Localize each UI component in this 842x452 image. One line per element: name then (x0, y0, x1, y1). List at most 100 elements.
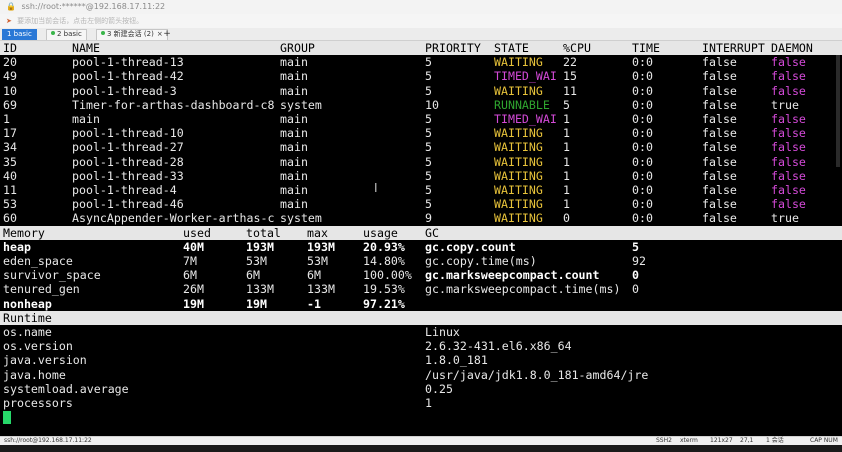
thread-row: 17 pool-1-thread-10 main 5 WAITING 1 0:0 false f… (0, 126, 842, 140)
thread-row: 40 pool-1-thread-33 main 5 WAITING 1 0:0 false f… (0, 169, 842, 183)
thread-row: 20 pool-1-thread-13 main 5 WAITING 22 0:0 false… (0, 55, 842, 69)
thread-time: 0:0 (632, 112, 653, 126)
gc-name: gc.copy.time(ms) (425, 254, 537, 268)
runtime-key: systemload.average (3, 381, 129, 396)
terminal-area[interactable]: I ID NAME GROUP PRIORITY STATE %CPU TIME INTERR… (0, 41, 842, 436)
thread-group: main (280, 140, 308, 155)
runtime-value: 2.6.32-431.el6.x86_64 (425, 339, 572, 354)
thread-priority: 5 (425, 154, 432, 169)
thread-row: 34 pool-1-thread-27 main 5 WAITING 1 0:0 false f… (0, 140, 842, 154)
thread-row: 53 pool-1-thread-46 main 5 WAITING 1 0:0 false f… (0, 197, 842, 211)
thread-row: 60 AsyncAppender-Worker-arthas-c system 9 WA… (0, 211, 842, 225)
memory-name: nonheap (3, 296, 52, 311)
runtime-value: 1 (425, 396, 432, 410)
thread-state: WAITING (494, 211, 543, 226)
thread-interrupt: false (702, 168, 737, 183)
thread-name: pool-1-thread-42 (72, 69, 184, 84)
thread-table-header: ID NAME GROUP PRIORITY STATE %CPU TIME INTERRUP… (0, 41, 842, 56)
header-memory-max: max (307, 225, 328, 240)
memory-total: 19M (246, 296, 267, 311)
header-thread-cpu: %CPU (563, 41, 591, 55)
thread-daemon: false (771, 69, 806, 84)
memory-row: survivor_space 6M 6M 6M 100.00% gc.marksweepc… (0, 268, 842, 282)
status-session-count: 1 会话 (766, 437, 784, 444)
header-thread-daemon: DAEMON (771, 41, 813, 55)
thread-interrupt: false (702, 126, 737, 141)
runtime-row: java.home/usr/java/jdk1.8.0_181-amd64/jr… (0, 368, 842, 382)
thread-daemon: false (771, 55, 806, 70)
memory-max: -1 (307, 296, 321, 311)
thread-group: main (280, 83, 308, 98)
thread-cpu: 0 (563, 211, 570, 226)
thread-time: 0:0 (632, 154, 653, 169)
runtime-key: java.version (3, 353, 87, 368)
thread-daemon: false (771, 126, 806, 141)
thread-state: WAITING (494, 83, 543, 98)
thread-priority: 5 (425, 69, 432, 84)
thread-group: system (280, 97, 322, 112)
memory-usage: 19.53% (363, 282, 405, 297)
runtime-key: java.home (3, 367, 66, 382)
thread-cpu: 22 (563, 55, 577, 70)
tab-1-basic[interactable]: 1 basic (2, 29, 37, 40)
memory-usage: 97.21% (363, 296, 405, 311)
thread-id: 34 (3, 140, 17, 155)
thread-row: 35 pool-1-thread-28 main 5 WAITING 1 0:0 false f… (0, 155, 842, 169)
tab-2-basic[interactable]: 2 basic (46, 29, 87, 40)
thread-name: AsyncAppender-Worker-arthas-c (72, 211, 275, 226)
tab-bar: 1 basic 2 basic 3 新建会话 (2) × + (0, 28, 842, 41)
gc-value: 92 (632, 254, 646, 268)
thread-interrupt: false (702, 183, 737, 197)
thread-time: 0:0 (632, 211, 653, 226)
status-terminal-type: xterm (680, 437, 698, 444)
memory-used: 6M (183, 268, 197, 283)
runtime-row: os.name Linux (0, 325, 842, 339)
thread-time: 0:0 (632, 83, 653, 98)
thread-name: pool-1-thread-27 (72, 140, 184, 155)
thread-time: 0:0 (632, 97, 653, 112)
thread-daemon: false (771, 112, 806, 126)
thread-id: 69 (3, 97, 17, 112)
header-memory-total: total (246, 225, 281, 240)
runtime-key: os.name (3, 325, 52, 339)
thread-state: TIMED_WAI (494, 69, 557, 84)
thread-daemon: false (771, 168, 806, 183)
memory-name: tenured_gen (3, 282, 80, 297)
memory-used: 19M (183, 296, 204, 311)
runtime-header: Runtime (3, 310, 52, 325)
thread-cpu: 1 (563, 126, 570, 141)
thread-id: 40 (3, 168, 17, 183)
runtime-row: java.version 1.8.0_181 (0, 353, 842, 367)
thread-row: 69 Timer-for-arthas-dashboard-c8 system 10 R… (0, 98, 842, 112)
memory-used: 26M (183, 282, 204, 297)
thread-time: 0:0 (632, 140, 653, 155)
thread-row: 49 pool-1-thread-42 main 5 TIMED_WAI 15 0:0 fal… (0, 69, 842, 83)
thread-time: 0:0 (632, 55, 653, 70)
tab-3-new-session[interactable]: 3 新建会话 (2) × (96, 29, 168, 40)
session-hint-text: 要添加当前会话，点击左侧的箭头按钮。 (17, 17, 144, 25)
thread-name: pool-1-thread-3 (72, 83, 177, 98)
session-hint-bar: ➤ 要添加当前会话，点击左侧的箭头按钮。 (0, 14, 842, 28)
memory-max: 6M (307, 268, 321, 283)
memory-usage: 14.80% (363, 254, 405, 268)
status-terminal-size: 121x27 (710, 437, 733, 444)
runtime-key: processors (3, 396, 73, 410)
thread-group: main (280, 168, 308, 183)
memory-used: 7M (183, 254, 197, 268)
thread-id: 49 (3, 69, 17, 84)
thread-id: 60 (3, 211, 17, 226)
header-thread-state: STATE (494, 41, 529, 55)
runtime-value: 0.25 (425, 381, 453, 396)
thread-priority: 5 (425, 140, 432, 155)
memory-row: heap 40M 193M 193M 20.93% gc.copy.count 5 (0, 240, 842, 254)
thread-priority: 5 (425, 55, 432, 70)
add-tab-icon[interactable]: + (162, 29, 172, 40)
thread-interrupt: false (702, 112, 737, 126)
header-thread-time: TIME (632, 41, 660, 55)
thread-row: 11 pool-1-thread-4 main 5 WAITING 1 0:0 false fa… (0, 183, 842, 197)
tab-label: 3 新建会话 (2) (107, 30, 154, 38)
memory-used: 40M (183, 239, 204, 254)
thread-id: 10 (3, 83, 17, 98)
lock-icon: 🔒 (6, 2, 16, 11)
header-memory-used: used (183, 225, 211, 240)
